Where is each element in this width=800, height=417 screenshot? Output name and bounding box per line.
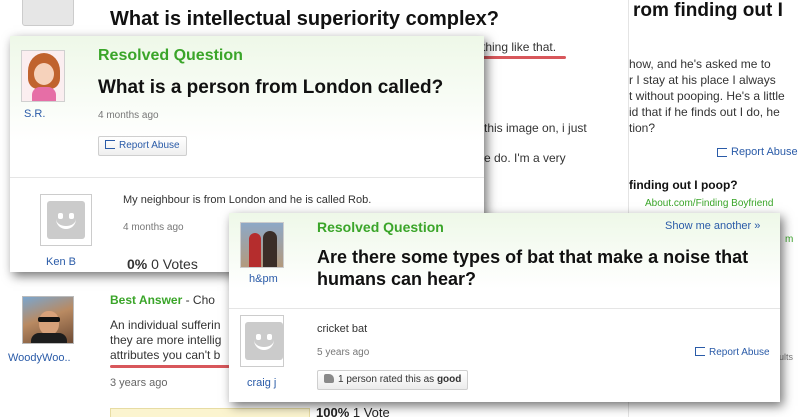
detail-line: r I stay at his place I always bbox=[629, 73, 776, 87]
show-another-link[interactable]: Show me another » bbox=[665, 220, 760, 232]
answer-timestamp: 3 years ago bbox=[110, 377, 168, 389]
flag-icon bbox=[717, 147, 727, 157]
answerer-name-link[interactable]: craig j bbox=[247, 377, 276, 389]
report-abuse-link[interactable]: Report Abuse bbox=[695, 346, 770, 358]
question-title: rom finding out I bbox=[633, 0, 783, 21]
question-timestamp: 4 months ago bbox=[98, 110, 159, 121]
question-details: how, and he's asked me to r I stay at hi… bbox=[629, 56, 785, 136]
question-header: S.R. Resolved Question What is a person … bbox=[10, 36, 484, 178]
answer-timestamp: 5 years ago bbox=[317, 347, 370, 358]
avatar-face bbox=[39, 311, 59, 335]
report-abuse-link[interactable]: Report Abuse bbox=[717, 146, 798, 158]
detail-line: id that if he finds out I do, he bbox=[629, 105, 780, 119]
avatar-person bbox=[249, 233, 261, 267]
avatar-body bbox=[32, 87, 56, 101]
answerer-name-link[interactable]: WoodyWoo.. bbox=[8, 352, 71, 364]
report-abuse-label: Report Abuse bbox=[709, 347, 770, 358]
answerer-avatar[interactable] bbox=[240, 315, 284, 367]
asker-avatar[interactable] bbox=[22, 0, 74, 26]
avatar-person bbox=[263, 231, 277, 267]
flag-icon bbox=[105, 139, 115, 149]
best-answer-label: Best Answer bbox=[110, 293, 183, 307]
detail-line: how, and he's asked me to bbox=[629, 57, 771, 71]
answer-text: My neighbour is from London and he is ca… bbox=[123, 194, 372, 206]
avatar-body bbox=[31, 333, 67, 343]
avatar-face bbox=[34, 63, 54, 85]
rating-button[interactable]: 1 person rated this as good bbox=[317, 370, 469, 390]
question-header: h&pm Resolved Question Show me another »… bbox=[229, 213, 780, 309]
vote-count: 0% 0 Votes bbox=[127, 256, 198, 272]
question-title: What is intellectual superiority complex… bbox=[110, 8, 499, 30]
vote-percent: 100% bbox=[316, 405, 350, 417]
resolved-question-label: Resolved Question bbox=[98, 47, 243, 64]
asker-name-link[interactable]: h&pm bbox=[249, 273, 278, 285]
report-abuse-label: Report Abuse bbox=[119, 140, 180, 151]
answer-text: cricket bat bbox=[317, 323, 368, 335]
answerer-name-link[interactable]: Ken B bbox=[46, 256, 76, 268]
cut-off-text: m bbox=[785, 234, 794, 245]
avatar-sunglasses bbox=[38, 317, 60, 322]
vote-text: 0 Votes bbox=[151, 256, 198, 272]
answer-timestamp: 4 months ago bbox=[123, 222, 184, 233]
asker-avatar[interactable] bbox=[240, 222, 284, 268]
report-abuse-label: Report Abuse bbox=[731, 146, 798, 158]
question-snippet: thing like that. bbox=[482, 40, 557, 54]
answerer-avatar[interactable] bbox=[22, 296, 74, 344]
red-underline-mark bbox=[482, 56, 566, 59]
rating-text: 1 person rated this as bbox=[338, 374, 435, 385]
rating-value: good bbox=[436, 374, 462, 385]
question-title: What is a person from London called? bbox=[98, 77, 444, 98]
detail-line: tion? bbox=[629, 121, 656, 135]
asker-avatar[interactable] bbox=[21, 50, 65, 102]
vote-text: 1 Vote bbox=[352, 405, 390, 417]
rating-box bbox=[110, 408, 310, 417]
best-answer-heading: Best Answer - Cho bbox=[110, 293, 215, 307]
best-answer-chosen-by: - Cho bbox=[185, 293, 215, 307]
flag-icon bbox=[695, 346, 705, 356]
resolved-question-label: Resolved Question bbox=[317, 219, 444, 235]
question-title: Are there some types of bat that make a … bbox=[317, 247, 749, 289]
vote-percent: 0% bbox=[127, 256, 148, 272]
thumbs-up-icon bbox=[324, 373, 334, 383]
report-abuse-button[interactable]: Report Abuse bbox=[98, 136, 187, 156]
answerer-avatar[interactable] bbox=[40, 194, 92, 246]
smiley-placeholder-icon bbox=[47, 201, 85, 239]
sponsored-link[interactable]: About.com/Finding Boyfriend bbox=[645, 198, 773, 209]
question-snippet: e do. I'm a very bbox=[484, 151, 566, 165]
question-snippet: this image on, i just bbox=[484, 121, 587, 135]
cut-off-text: ults bbox=[779, 352, 794, 362]
bat-question-card: h&pm Resolved Question Show me another »… bbox=[229, 213, 780, 402]
red-underline-mark bbox=[110, 365, 230, 368]
detail-line: t without pooping. He's a little bbox=[629, 89, 785, 103]
sponsored-title[interactable]: finding out I poop? bbox=[629, 178, 738, 192]
vote-count: 100% 1 Vote bbox=[316, 405, 390, 417]
smiley-placeholder-icon bbox=[245, 322, 283, 360]
asker-name-link[interactable]: S.R. bbox=[24, 108, 45, 120]
